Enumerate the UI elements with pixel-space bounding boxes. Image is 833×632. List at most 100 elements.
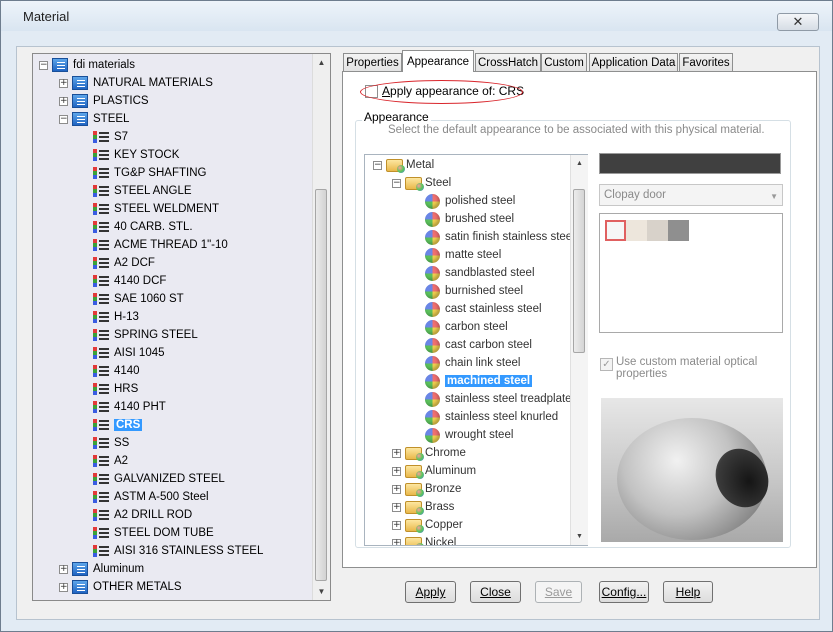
expand-toggle-icon[interactable]: + [59,564,68,574]
color-variant-chip[interactable] [626,220,647,241]
color-variant-chip[interactable] [668,220,689,241]
tree-item-steel[interactable]: GALVANIZED STEEL [93,470,225,488]
tree-item-steel[interactable]: ASTM A-500 Steel [93,488,209,506]
tree-item-steel[interactable]: CRS [93,416,143,434]
tab-appearance[interactable]: Appearance [402,50,474,72]
appearance-item[interactable]: satin finish stainless steel [425,228,575,246]
tree-item-steel[interactable]: S7 [93,128,128,146]
tab-custom[interactable]: Custom [541,53,587,71]
tree-item-steel[interactable]: TG&P SHAFTING [93,164,206,182]
appearance-item[interactable]: polished steel [425,192,515,210]
tree-vertical-scrollbar[interactable]: ▲ ▼ [312,54,330,600]
appearance-folder-2[interactable]: + Bronze [392,480,461,498]
appearance-folder-steel[interactable]: − Steel [392,174,451,192]
appearance-asset-value: Clopay door [604,189,667,201]
material-library-tree[interactable]: ▲ ▼ − fdi materials + NATURAL MATERIALS + PLA… [32,53,331,601]
appearance-folder-1[interactable]: + Aluminum [392,462,476,480]
tree-item-steel[interactable]: KEY STOCK [93,146,179,164]
expand-toggle-icon[interactable]: + [392,466,401,476]
expand-toggle-icon[interactable]: + [392,538,401,545]
appearance-item[interactable]: burnished steel [425,282,523,300]
app-scroll-up-arrow-icon[interactable]: ▲ [571,155,588,172]
tree-item-steel[interactable]: H-13 [93,308,139,326]
tab-application-data[interactable]: Application Data [589,53,678,71]
help-button[interactable]: Help [663,581,713,603]
appearance-folder-5[interactable]: + Nickel [392,534,456,545]
appearance-item[interactable]: carbon steel [425,318,508,336]
appearance-folder-4[interactable]: + Copper [392,516,463,534]
custom-optical-checkbox[interactable]: ✓ Use custom material optical properties [600,356,757,380]
scroll-up-arrow-icon[interactable]: ▲ [313,54,330,71]
appearance-scrollbar-thumb[interactable] [573,189,585,353]
config-button[interactable]: Config... [599,581,649,603]
tree-item-steel[interactable]: A2 DCF [93,254,155,272]
tree-item-steel[interactable]: SS [93,434,129,452]
tree-item-steel[interactable]: A2 DRILL ROD [93,506,192,524]
apply-button[interactable]: Apply [405,581,456,603]
appearance-folder-0[interactable]: + Chrome [392,444,466,462]
expand-toggle-icon[interactable]: + [59,78,68,88]
tree-item-steel[interactable]: SPRING STEEL [93,326,198,344]
tab-crosshatch[interactable]: CrossHatch [475,53,541,71]
appearance-item-label: Steel [425,177,452,189]
appearance-item[interactable]: sandblasted steel [425,264,535,282]
tree-group-after-1[interactable]: + OTHER METALS [59,578,182,596]
tree-item-steel[interactable]: STEEL WELDMENT [93,200,219,218]
tree-group-0[interactable]: + NATURAL MATERIALS [59,74,213,92]
tree-item-steel[interactable]: AISI 316 STAINLESS STEEL [93,542,263,560]
appearance-item[interactable]: matte steel [425,246,501,264]
tab-properties[interactable]: Properties [343,53,402,71]
expand-toggle-icon[interactable]: + [392,520,401,530]
close-button[interactable]: Close [470,581,521,603]
appearance-item[interactable]: cast carbon steel [425,336,532,354]
app-scroll-down-arrow-icon[interactable]: ▼ [571,528,588,545]
appearance-item[interactable]: wrought steel [425,426,513,444]
collapse-toggle-icon[interactable]: − [59,114,68,124]
appearance-color-swatch [599,153,781,174]
appearance-library-tree[interactable]: − Metal − Steel polished steel brushed steel s… [364,154,588,546]
collapse-toggle-icon[interactable]: − [392,178,401,188]
tree-group-after-0[interactable]: + Aluminum [59,560,144,578]
tree-root-fdi-materials[interactable]: − fdi materials [39,56,135,74]
tree-item-steel[interactable]: 40 CARB. STL. [93,218,193,236]
tree-item-steel[interactable]: 4140 PHT [93,398,166,416]
appearance-asset-dropdown[interactable]: Clopay door ▼ [599,184,783,206]
appearance-tree-scrollbar[interactable]: ▲ ▼ [570,155,588,545]
tree-group-1[interactable]: + PLASTICS [59,92,149,110]
appearance-item[interactable]: cast stainless steel [425,300,542,318]
tree-item-steel[interactable]: STEEL DOM TUBE [93,524,214,542]
tree-item-steel[interactable]: SAE 1060 ST [93,290,184,308]
collapse-toggle-icon[interactable]: − [39,60,48,70]
save-button[interactable]: Save [535,581,582,603]
appearance-item[interactable]: stainless steel treadplate [425,390,572,408]
tree-item-steel[interactable]: AISI 1045 [93,344,165,362]
color-variant-chip[interactable] [647,220,668,241]
expand-toggle-icon[interactable]: + [392,502,401,512]
tab-favorites[interactable]: Favorites [679,53,733,71]
appearance-item[interactable]: machined steel [425,372,533,390]
expand-toggle-icon[interactable]: + [59,96,68,106]
scroll-down-arrow-icon[interactable]: ▼ [313,583,330,600]
expand-toggle-icon[interactable]: + [392,448,401,458]
appearance-folder-3[interactable]: + Brass [392,498,454,516]
tree-item-steel[interactable]: ACME THREAD 1"-10 [93,236,228,254]
material-icon [93,256,109,270]
tree-item-steel[interactable]: A2 [93,452,128,470]
appearance-item[interactable]: brushed steel [425,210,514,228]
window-close-button[interactable]: ✕ [777,13,819,31]
appearance-folder-metal[interactable]: − Metal [373,156,434,174]
tree-item-steel[interactable]: HRS [93,380,138,398]
expand-toggle-icon[interactable]: + [392,484,401,494]
tree-item-steel[interactable]: 4140 DCF [93,272,166,290]
appearance-sphere-icon [425,229,440,245]
appearance-item[interactable]: chain link steel [425,354,520,372]
expand-toggle-icon[interactable]: + [59,582,68,592]
collapse-toggle-icon[interactable]: − [373,160,382,170]
tree-scrollbar-thumb[interactable] [315,189,327,581]
appearance-item[interactable]: stainless steel knurled [425,408,558,426]
tree-item-steel[interactable]: STEEL ANGLE [93,182,192,200]
tree-item-steel[interactable]: 4140 [93,362,140,380]
color-variant-chip[interactable] [605,220,626,241]
custom-optical-checkbox-box[interactable]: ✓ [600,358,613,371]
tree-group-2[interactable]: − STEEL [59,110,129,128]
